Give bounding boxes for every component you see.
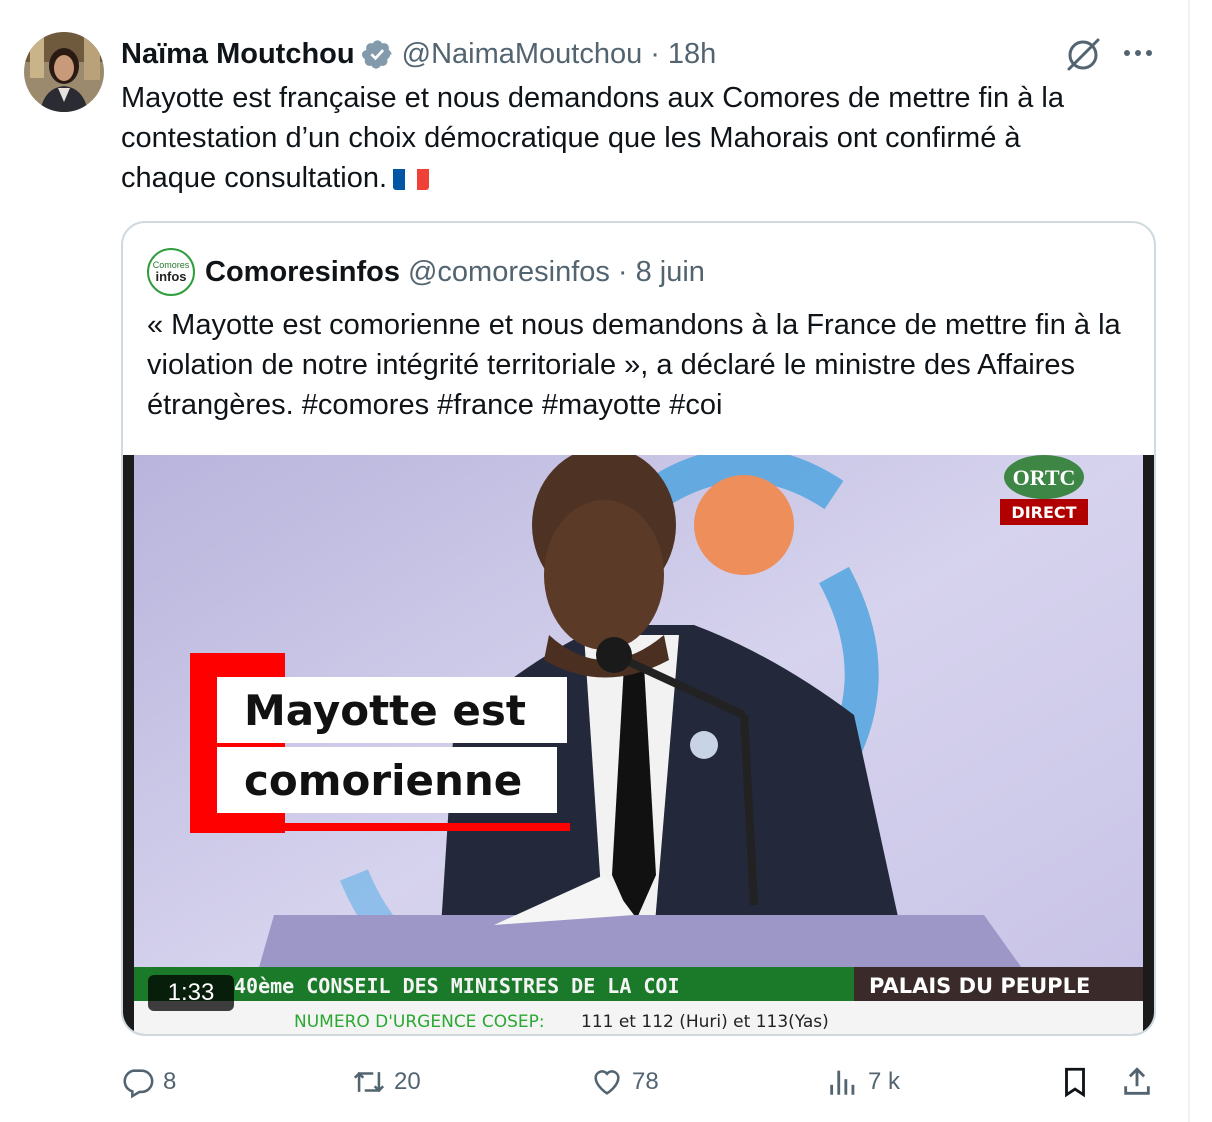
- tweet-body: Mayotte est française et nous demandons …: [121, 82, 1064, 194]
- author-handle[interactable]: @NaimaMoutchou: [402, 38, 643, 71]
- separator-dot: ·: [650, 37, 660, 70]
- video-duration: 1:33: [148, 975, 234, 1011]
- caption-overlay: Mayotte est comorienne: [190, 653, 570, 833]
- french-flag-icon: [393, 165, 430, 190]
- ortc-logo: ORTC DIRECT: [1000, 455, 1088, 525]
- quote-logo-line2: infos: [155, 269, 187, 284]
- quote-author-handle[interactable]: @comoresinfos: [408, 256, 610, 289]
- reply-button[interactable]: 8: [121, 1060, 176, 1104]
- quote-text: « Mayotte est comorienne et nous demando…: [147, 309, 1121, 421]
- share-button[interactable]: [1120, 1060, 1162, 1104]
- tweet-text: Mayotte est française et nous demandons …: [121, 78, 1161, 198]
- reply-count: 8: [163, 1068, 177, 1095]
- quote-header: Comores infos Comoresinfos @comoresinfos…: [147, 247, 705, 297]
- video-frame: ORTC DIRECT Mayotte est comorienne 40ème…: [134, 455, 1143, 1034]
- like-count: 78: [632, 1068, 659, 1095]
- timeline-border: [1188, 0, 1190, 1122]
- share-icon: [1124, 1067, 1150, 1095]
- quote-avatar[interactable]: Comores infos: [147, 248, 195, 296]
- like-button[interactable]: 78: [590, 1060, 659, 1104]
- quote-separator-dot: ·: [617, 255, 628, 288]
- grok-icon[interactable]: [1064, 36, 1104, 72]
- live-badge: DIRECT: [1011, 503, 1076, 522]
- views-button[interactable]: 7 k: [826, 1060, 900, 1104]
- retweet-icon: [353, 1071, 385, 1093]
- retweet-count: 20: [394, 1068, 421, 1095]
- views-count: 7 k: [868, 1068, 901, 1095]
- emergency-label: NUMERO D'URGENCE COSEP:: [294, 1012, 545, 1032]
- quote-author-name[interactable]: Comoresinfos: [205, 256, 400, 289]
- action-bar: 8 20 78 7 k: [0, 1060, 1188, 1104]
- quote-date[interactable]: 8 juin: [636, 256, 705, 289]
- author-name[interactable]: Naïma Moutchou: [121, 38, 355, 71]
- bookmark-icon: [1065, 1067, 1085, 1098]
- tweet-time[interactable]: 18h: [668, 38, 716, 71]
- emergency-numbers: 111 et 112 (Huri) et 113(Yas): [581, 1012, 829, 1032]
- quoted-tweet[interactable]: Comores infos Comoresinfos @comoresinfos…: [121, 221, 1156, 1036]
- broadcaster-name: ORTC: [1013, 465, 1076, 490]
- video-player[interactable]: ORTC DIRECT Mayotte est comorienne 40ème…: [123, 455, 1154, 1034]
- views-icon: [830, 1070, 855, 1095]
- caption-line-2: comorienne: [244, 756, 522, 805]
- bookmark-button[interactable]: [1058, 1060, 1100, 1104]
- retweet-button[interactable]: 20: [352, 1060, 421, 1104]
- author-avatar[interactable]: [24, 32, 104, 112]
- caption-line-1: Mayotte est: [244, 686, 526, 735]
- ticker-right: PALAIS DU PEUPLE: [869, 974, 1090, 998]
- like-icon: [594, 1070, 620, 1095]
- ticker-left: 40ème CONSEIL DES MINISTRES DE LA COI: [234, 974, 680, 998]
- reply-icon: [123, 1069, 154, 1099]
- verified-badge-icon: [361, 39, 392, 69]
- tweet-header: Naïma Moutchou @NaimaMoutchou · 18h: [121, 36, 716, 72]
- more-icon[interactable]: [1118, 38, 1158, 68]
